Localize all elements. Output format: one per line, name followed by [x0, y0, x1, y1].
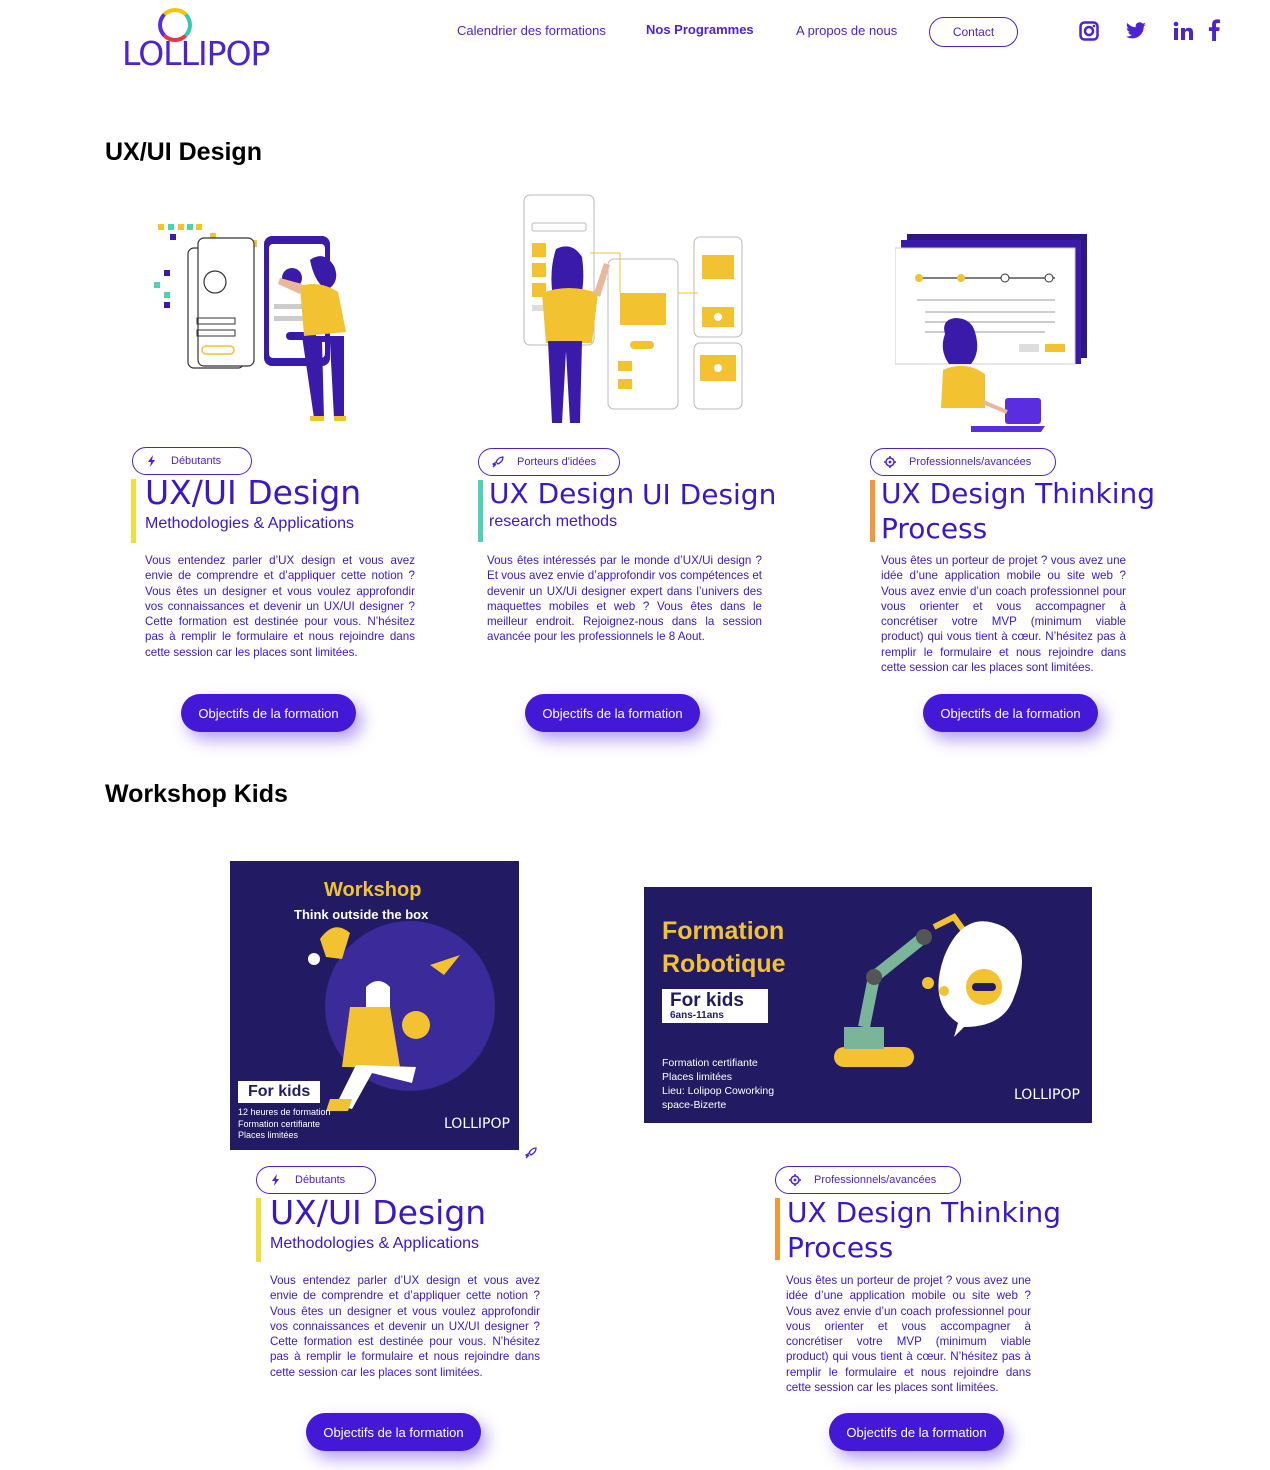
nav-programmes[interactable]: Nos Programmes: [646, 22, 754, 37]
card-subtitle: Methodologies & Applications: [270, 1235, 480, 1252]
accent-bar: [131, 479, 136, 543]
poster-badge: For kids: [238, 1081, 321, 1103]
poster-title-line2: Robotique: [662, 950, 786, 978]
card-description: Vous entendez parler d’UX design et vous…: [145, 554, 415, 659]
level-pill: Professionnels/avancées: [870, 448, 1056, 476]
illustration-wireframes: [520, 193, 745, 428]
accent-bar: [478, 480, 483, 542]
level-pill-label: Débutants: [171, 455, 222, 467]
level-pill: Porteurs d'idées: [478, 448, 620, 476]
level-pill-label: Professionnels/avancées: [814, 1174, 937, 1186]
card-description: Vous entendez parler d’UX design et vous…: [270, 1274, 540, 1379]
accent-bar: [256, 1198, 261, 1262]
poster-title-line1: Formation: [662, 917, 785, 945]
illustration-mobile-app: [150, 220, 350, 425]
lightning-icon: [148, 455, 155, 467]
card-subtitle: research methods: [489, 513, 618, 530]
card-title: UX Design: [489, 477, 635, 510]
section-title-uxui: UX/UI Design: [105, 138, 262, 166]
section-title-workshop: Workshop Kids: [105, 780, 288, 808]
rocket-icon: [491, 456, 504, 468]
poster-line: Places limitées: [238, 1130, 299, 1140]
card-description: Vous êtes un porteur de projet ? vous av…: [881, 554, 1126, 675]
poster-title: Workshop: [324, 879, 422, 901]
card-title: UX Design Thinking: [787, 1196, 1062, 1229]
poster-robotique[interactable]: Formation Robotique For kids 6ans-11ans …: [644, 887, 1092, 1123]
level-pill: Professionnels/avancées: [775, 1166, 961, 1194]
objectifs-button[interactable]: Objectifs de la formation: [525, 694, 700, 732]
gear-brain-icon: [789, 1174, 801, 1186]
accent-bar: [775, 1198, 780, 1260]
logo-text: LOLLIPOP: [122, 34, 270, 73]
objectifs-button[interactable]: Objectifs de la formation: [181, 694, 356, 732]
level-pill-label: Débutants: [295, 1174, 346, 1186]
card-title-line2: Process: [787, 1231, 894, 1264]
poster-line: Formation certifiante: [238, 1119, 321, 1129]
poster-badge: For kids: [670, 990, 744, 1011]
card-subtitle: Methodologies & Applications: [145, 515, 355, 532]
level-pill: Débutants: [132, 447, 252, 475]
linkedin-icon[interactable]: [1172, 20, 1194, 42]
card-description: Vous êtes un porteur de projet ? vous av…: [786, 1274, 1031, 1395]
level-pill-label: Porteurs d'idées: [517, 456, 597, 468]
accent-bar: [870, 480, 875, 542]
illustration-design-thinking: [894, 230, 1090, 440]
poster-line: Formation certifiante: [662, 1057, 758, 1069]
rocket-icon: [524, 1146, 538, 1160]
contact-button[interactable]: Contact: [929, 17, 1018, 47]
card-description: Vous êtes intéressés par le monde d’UX/U…: [487, 554, 762, 644]
logo[interactable]: LOLLIPOP: [118, 8, 270, 74]
poster-line: 12 heures de formation: [238, 1107, 331, 1117]
poster-line: space-Bizerte: [662, 1099, 727, 1111]
instagram-icon[interactable]: [1078, 20, 1100, 42]
gear-brain-icon: [884, 456, 896, 468]
poster-badge-box: For kids 6ans-11ans: [662, 989, 768, 1023]
poster-brand: LOLLIPOP: [1014, 1087, 1080, 1103]
nav-a-propos[interactable]: A propos de nous: [796, 23, 897, 38]
card-title-extra: UI Design: [642, 478, 777, 511]
poster-brand: LOLLIPOP: [444, 1116, 510, 1132]
card-title-line2: Process: [881, 512, 988, 545]
poster-badge-sub: 6ans-11ans: [670, 1010, 724, 1021]
poster-workshop[interactable]: Workshop Think outside the box For kids …: [230, 861, 519, 1150]
lightning-icon: [272, 1174, 279, 1186]
nav-calendrier[interactable]: Calendrier des formations: [457, 23, 606, 38]
level-pill-label: Professionnels/avancées: [909, 456, 1032, 468]
objectifs-button[interactable]: Objectifs de la formation: [923, 694, 1098, 732]
poster-subtitle: Think outside the box: [294, 907, 429, 922]
twitter-icon[interactable]: [1124, 20, 1148, 42]
poster-line: Lieu: Lolipop Coworking: [662, 1085, 775, 1097]
card-title: UX/UI Design: [270, 1193, 487, 1232]
objectifs-button[interactable]: Objectifs de la formation: [829, 1413, 1004, 1451]
poster-line: Places limitées: [662, 1071, 733, 1083]
level-pill: Débutants: [256, 1166, 376, 1194]
objectifs-button[interactable]: Objectifs de la formation: [306, 1413, 481, 1451]
card-title: UX/UI Design: [145, 473, 362, 512]
facebook-icon[interactable]: [1207, 18, 1221, 42]
card-title: UX Design Thinking: [881, 477, 1156, 510]
